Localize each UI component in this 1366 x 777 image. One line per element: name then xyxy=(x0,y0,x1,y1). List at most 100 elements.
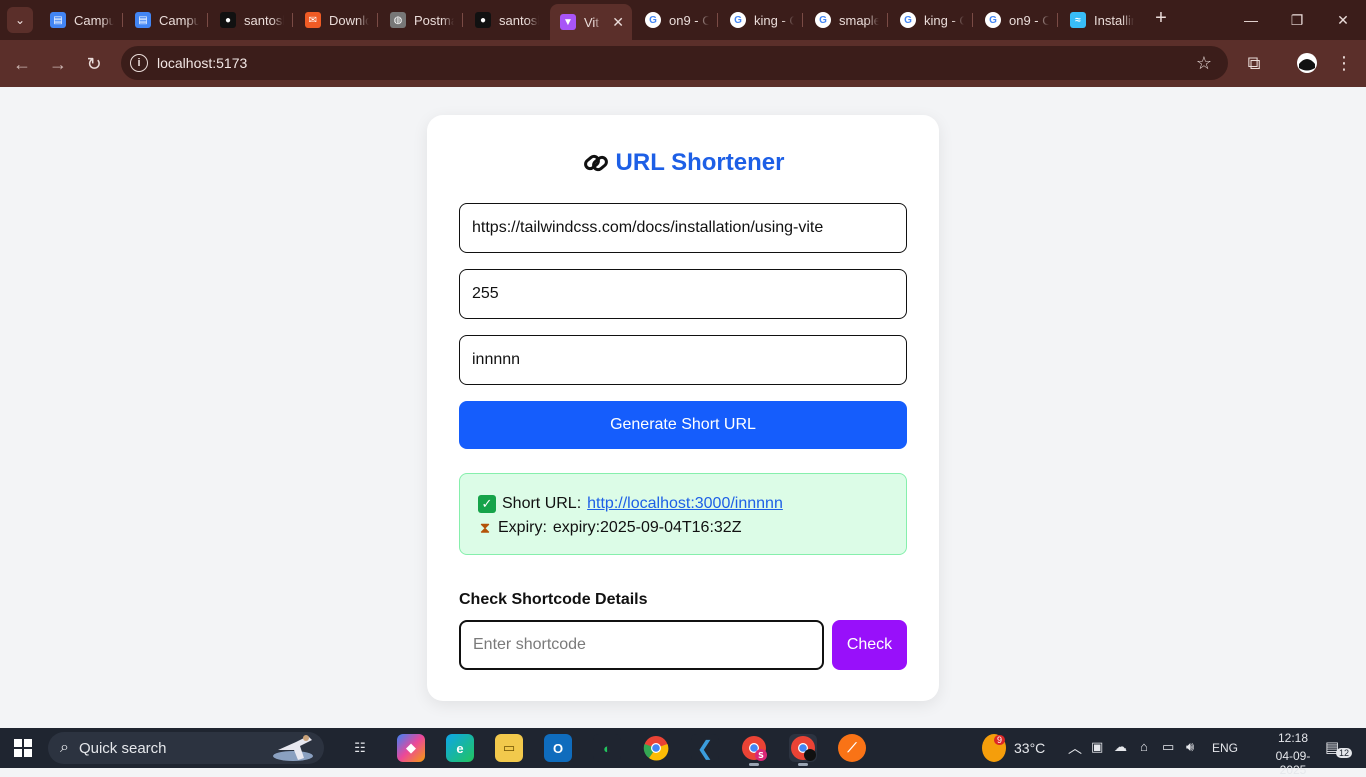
taskbar-search[interactable]: ⌕ Quick search xyxy=(48,732,324,764)
tab-separator xyxy=(717,13,718,27)
github-icon: ● xyxy=(475,12,491,28)
clock-time[interactable]: 12:18 xyxy=(1263,731,1323,745)
profile-avatar[interactable] xyxy=(1294,50,1320,76)
google-icon: G xyxy=(985,12,1001,28)
battery-icon[interactable]: ▭ xyxy=(1162,739,1174,755)
address-text[interactable]: localhost:5173 xyxy=(157,54,247,72)
copilot-icon[interactable]: ◆ xyxy=(397,734,425,762)
short-url-link[interactable]: http://localhost:3000/innnnn xyxy=(587,495,783,513)
tailwind-icon: ≈ xyxy=(1070,12,1086,28)
browser-tab[interactable]: ◍ Postman xyxy=(380,4,460,36)
tray-chevron-up-icon[interactable]: ︿ xyxy=(1068,738,1082,758)
tab-separator xyxy=(122,13,123,27)
browser-tab[interactable]: Gking - C xyxy=(720,4,800,36)
short-url-row: ✓ Short URL: http://localhost:3000/innnn… xyxy=(478,492,888,516)
long-url-input[interactable]: https://tailwindcss.com/docs/installatio… xyxy=(459,203,907,253)
google-icon: G xyxy=(815,12,831,28)
minimize-icon[interactable]: — xyxy=(1228,0,1274,40)
browser-tab[interactable]: ● santosh xyxy=(465,4,545,36)
browser-tab[interactable]: ▼ Vit ✕ xyxy=(550,4,632,40)
edge-browser-icon[interactable]: e xyxy=(446,734,474,762)
page-title: URL Shortener xyxy=(427,149,939,179)
browser-tab[interactable]: ✉ Downlo xyxy=(295,4,375,36)
globe-icon: ◍ xyxy=(390,12,406,28)
tab-separator xyxy=(802,13,803,27)
outlook-icon[interactable]: O xyxy=(544,734,572,762)
chrome-icon[interactable] xyxy=(642,734,670,762)
tab-separator xyxy=(972,13,973,27)
short-url-label: Short URL: xyxy=(502,495,582,512)
tab-separator xyxy=(292,13,293,27)
shortcode-lookup-input[interactable] xyxy=(459,620,824,670)
link-icon xyxy=(582,149,610,179)
check-button[interactable]: Check xyxy=(832,620,907,670)
chrome-profile-active-icon[interactable] xyxy=(789,734,817,766)
network-icon[interactable]: ⌂ xyxy=(1140,739,1148,754)
tab-title: santosh xyxy=(499,12,539,28)
tab-separator xyxy=(1057,13,1058,27)
language-indicator[interactable]: ENG xyxy=(1212,741,1238,755)
browser-tab[interactable]: ≈ Installin xyxy=(1060,4,1142,36)
forward-arrow-icon[interactable]: → xyxy=(44,50,72,78)
generate-short-url-button[interactable]: Generate Short URL xyxy=(459,401,907,449)
title-text: URL Shortener xyxy=(615,149,785,176)
tab-separator xyxy=(887,13,888,27)
new-tab-plus-icon[interactable]: + xyxy=(1150,8,1172,30)
vite-icon: ▼ xyxy=(560,14,576,30)
tab-title: Campus xyxy=(159,12,199,28)
browser-tab[interactable]: Gking - C xyxy=(890,4,970,36)
browser-tab[interactable]: ● santosh xyxy=(210,4,290,36)
tray-app-icon[interactable]: ▣ xyxy=(1091,739,1103,755)
mongodb-icon[interactable]: ◐ xyxy=(593,734,621,762)
bookmark-star-icon[interactable]: ☆ xyxy=(1191,50,1217,76)
tab-title: Downlo xyxy=(329,12,369,28)
tab-title: smaple xyxy=(839,12,879,28)
volume-icon[interactable]: 🔊︎ xyxy=(1186,739,1194,755)
browser-tab[interactable]: Gon9 - C xyxy=(975,4,1055,36)
close-tab-icon[interactable]: ✕ xyxy=(612,14,624,31)
close-window-icon[interactable]: ✕ xyxy=(1320,0,1366,40)
tab-title: king - C xyxy=(754,12,794,28)
vscode-icon[interactable]: ❮ xyxy=(691,734,719,762)
expiry-value: expiry:2025-09-04T16:32Z xyxy=(552,519,742,536)
tab-title: Vit xyxy=(584,14,599,30)
browser-tab[interactable]: ▤ Campus xyxy=(125,4,205,36)
custom-shortcode-input[interactable]: innnnn xyxy=(459,335,907,385)
postman-app-icon[interactable]: ⟋ xyxy=(838,734,866,762)
google-docs-icon: ▤ xyxy=(50,12,66,28)
google-icon: G xyxy=(900,12,916,28)
browser-tab[interactable]: ▤ Campus xyxy=(40,4,120,36)
browser-menu-icon[interactable]: ⋮ xyxy=(1331,50,1357,76)
svg-text:S: S xyxy=(758,751,764,760)
windows-start-icon[interactable] xyxy=(14,739,32,757)
site-info-icon[interactable]: i xyxy=(130,54,148,72)
github-icon: ● xyxy=(220,12,236,28)
result-panel: ✓ Short URL: http://localhost:3000/innnn… xyxy=(459,473,907,555)
hourglass-icon: ⧗ xyxy=(479,519,491,537)
task-view-icon[interactable]: ☷ xyxy=(346,734,374,762)
tab-title: Campus xyxy=(74,12,114,28)
tab-search-chevron-icon[interactable]: ⌄ xyxy=(7,7,33,33)
tab-separator xyxy=(462,13,463,27)
browser-tab[interactable]: Gon9 - C xyxy=(635,4,715,36)
reload-icon[interactable]: ↻ xyxy=(80,50,108,78)
tab-separator xyxy=(377,13,378,27)
weather-temperature[interactable]: 33°C xyxy=(1014,740,1045,756)
validity-input[interactable]: 255 xyxy=(459,269,907,319)
weather-badge: 9 xyxy=(994,735,1006,745)
page-viewport: URL Shortener https://tailwindcss.com/do… xyxy=(0,87,1366,728)
address-bar[interactable] xyxy=(121,46,1228,80)
chrome-profile-s-icon[interactable]: S xyxy=(740,734,768,766)
postman-icon: ✉ xyxy=(305,12,321,28)
file-explorer-icon[interactable]: ▭ xyxy=(495,734,523,762)
extensions-puzzle-icon[interactable]: ⧉ xyxy=(1241,50,1267,76)
back-arrow-icon[interactable]: ← xyxy=(8,50,36,78)
tab-separator xyxy=(207,13,208,27)
search-highlight-image xyxy=(268,732,318,764)
check-mark-icon: ✓ xyxy=(478,495,496,513)
google-docs-icon: ▤ xyxy=(135,12,151,28)
browser-tab[interactable]: Gsmaple xyxy=(805,4,885,36)
onedrive-cloud-icon[interactable]: ☁ xyxy=(1114,739,1127,755)
restore-icon[interactable]: ❐ xyxy=(1274,0,1320,40)
clock-date[interactable]: 04-09-2025 xyxy=(1263,749,1323,777)
